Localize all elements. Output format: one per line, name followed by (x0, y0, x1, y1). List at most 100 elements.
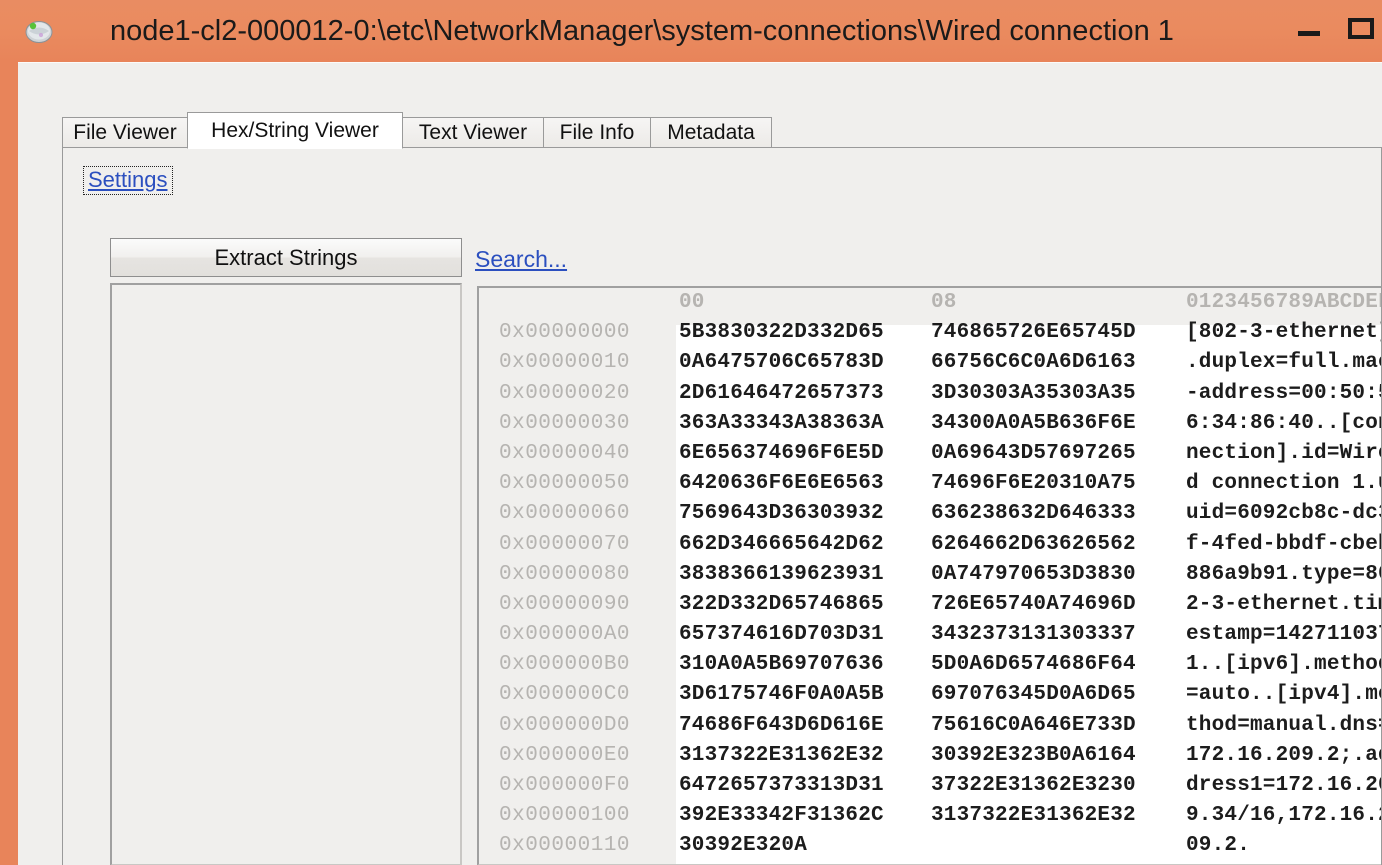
hex-row-offset: 0x00000070 (499, 532, 631, 556)
hex-row-ascii: 9.34/16,172.16.2 (1186, 804, 1382, 828)
hex-row-ascii: [802-3-ethernet] (1186, 321, 1382, 345)
hex-row-bytes-left: 6420636F6E6E6563 (679, 472, 884, 496)
maximize-icon (1348, 18, 1374, 39)
hex-row-offset: 0x000000F0 (499, 774, 631, 797)
extract-strings-button[interactable]: Extract Strings (110, 238, 462, 277)
hex-row-bytes-right: 636238632D646333 (931, 502, 1136, 526)
hex-dump-row[interactable]: 0x00000080 3838366139623931 0A747970653D38… (479, 560, 1381, 590)
hex-row-offset: 0x000000C0 (499, 683, 631, 707)
minimize-button[interactable] (1292, 17, 1328, 45)
hex-dump-row[interactable]: 0x000000E0 3137322E31362E32 30392E323B0A61… (479, 741, 1382, 771)
application-window: node1-cl2-000012-0:\etc\NetworkManager\s… (0, 0, 1382, 865)
tab-strip: File Viewer Hex/String Viewer Text Viewe… (62, 112, 1382, 149)
hex-row-bytes-right: 726E65740A74696D (931, 592, 1136, 616)
hex-row-ascii: 1..[ipv6].method (1186, 653, 1382, 677)
hex-row-bytes-left: 322D332D65746865 (679, 592, 884, 616)
hex-dump-row[interactable]: 0x00000020 2D61646472657373 3D30303A35303A… (479, 379, 1382, 409)
hex-row-bytes-left: 5B3830322D332D65 (679, 321, 884, 345)
hex-row-ascii: .duplex=full.mac (1186, 351, 1382, 375)
hex-dump-row[interactable]: 0x000000A0 657374616D703D31 34323731313033… (479, 620, 1381, 650)
hex-row-ascii: -address=00:50:5 (1186, 381, 1382, 405)
hex-dump-row[interactable]: 0x00000090 322D332D65746865 726E65740A7469… (479, 590, 1382, 620)
hex-row-offset: 0x00000030 (499, 411, 631, 435)
hex-row-offset: 0x00000060 (499, 502, 631, 526)
hex-row-offset: 0x00000090 (499, 592, 631, 616)
hex-row-bytes-right: 0A747970653D3830 (931, 562, 1136, 586)
hex-row-bytes-left: 3D6175746F0A0A5B (679, 683, 884, 707)
hex-row-bytes-left: 6E656374696F6E5D (679, 441, 884, 465)
hex-row-bytes-right: 66756C6C0A6D6163 (931, 351, 1136, 375)
tab-hex-string-viewer[interactable]: Hex/String Viewer (187, 112, 403, 149)
hex-row-offset: 0x00000020 (499, 381, 631, 405)
hex-header-col-08: 08 (931, 291, 957, 314)
hex-row-ascii: =auto..[ipv4].me (1186, 683, 1382, 707)
minimize-icon (1298, 31, 1320, 36)
hex-row-ascii: dress1=172.16.20 (1186, 774, 1382, 797)
hex-row-bytes-left: 0A6475706C65783D (679, 351, 884, 375)
hex-row-bytes-left: 2D61646472657373 (679, 381, 884, 405)
title-bar[interactable]: node1-cl2-000012-0:\etc\NetworkManager\s… (0, 0, 1382, 62)
hex-row-offset: 0x00000080 (499, 562, 631, 586)
hex-row-offset: 0x000000D0 (499, 713, 631, 737)
hex-row-ascii: uid=6092cb8c-dc3 (1186, 502, 1382, 526)
hex-row-bytes-left: 6472657373313D31 (679, 774, 884, 797)
hex-column-header-row: 00 08 0123456789ABCDEF (479, 288, 1382, 318)
hex-row-offset: 0x00000000 (499, 321, 631, 345)
settings-link[interactable]: Settings (83, 166, 173, 195)
hex-dump-row[interactable]: 0x00000010 0A6475706C65783D 66756C6C0A6D61… (479, 348, 1382, 378)
tab-metadata[interactable]: Metadata (650, 117, 772, 148)
hex-dump-row[interactable]: 0x000000F0 6472657373313D31 37322E31362E32… (479, 771, 1382, 801)
hex-row-offset: 0x000000E0 (499, 743, 631, 767)
hex-header-col-ascii: 0123456789ABCDEF (1186, 291, 1382, 314)
hex-dump-row[interactable]: 0x000000C0 3D6175746F0A0A5B 697076345D0A6D… (479, 680, 1382, 710)
hex-row-bytes-right: 37322E31362E3230 (931, 774, 1136, 797)
hex-row-ascii: 09.2. (1186, 834, 1251, 858)
tab-text-viewer[interactable]: Text Viewer (402, 117, 544, 148)
hex-row-bytes-right: 746865726E65745D (931, 321, 1136, 345)
hex-row-bytes-left: 30392E320A (679, 834, 808, 858)
hex-row-offset: 0x00000010 (499, 351, 631, 375)
hex-row-ascii: thod=manual.dns= (1186, 713, 1382, 737)
hex-dump-row[interactable]: 0x00000100 392E33342F31362C 3137322E31362E… (479, 801, 1382, 831)
window-title: node1-cl2-000012-0:\etc\NetworkManager\s… (110, 15, 1174, 47)
hex-string-viewer-page: Settings Extract Strings Search... 00 08 0… (62, 148, 1382, 865)
tab-file-info[interactable]: File Info (543, 117, 651, 148)
hex-row-offset: 0x000000A0 (499, 623, 631, 647)
hex-row-offset: 0x000000B0 (499, 653, 631, 677)
tab-file-viewer[interactable]: File Viewer (62, 117, 188, 148)
maximize-button[interactable] (1348, 10, 1382, 44)
hex-row-offset: 0x00000050 (499, 472, 631, 496)
client-area: File Viewer Hex/String Viewer Text Viewe… (18, 62, 1382, 865)
hex-dump-row[interactable]: 0x00000110 30392E320A 09.2. (479, 831, 1381, 861)
hex-dump-rows: 00 08 0123456789ABCDEF 0x00000000 5B3830322D… (479, 288, 1382, 864)
hex-row-offset: 0x00000110 (499, 834, 631, 858)
search-link[interactable]: Search... (475, 247, 567, 271)
hex-row-bytes-right: 74696F6E20310A75 (931, 472, 1136, 496)
hex-row-ascii: 172.16.209.2;.ad (1186, 743, 1382, 767)
hex-row-bytes-left: 363A33343A38363A (679, 411, 884, 435)
hex-row-bytes-right: 30392E323B0A6164 (931, 743, 1136, 767)
hex-row-bytes-right: 3D30303A35303A35 (931, 381, 1136, 405)
hex-row-bytes-right: 6264662D63626562 (931, 532, 1136, 556)
disc-globe-icon (24, 17, 54, 45)
hex-dump-row[interactable]: 0x000000B0 310A0A5B69707636 5D0A6D6574686F… (479, 650, 1382, 680)
hex-dump-row[interactable]: 0x00000030 363A33343A38363A 34300A0A5B636F… (479, 409, 1381, 439)
hex-dump-row[interactable]: 0x00000050 6420636F6E6E6563 74696F6E20310A… (479, 469, 1381, 499)
hex-dump-panel[interactable]: 00 08 0123456789ABCDEF 0x00000000 5B3830322D… (477, 286, 1382, 865)
hex-row-offset: 0x00000040 (499, 441, 631, 465)
hex-row-bytes-left: 7569643D36303932 (679, 502, 884, 526)
hex-dump-row[interactable]: 0x000000D0 74686F643D6D616E 75616C0A646E73… (479, 711, 1382, 741)
hex-dump-row[interactable]: 0x00000060 7569643D36303932 636238632D6463… (479, 499, 1382, 529)
hex-row-bytes-right: 697076345D0A6D65 (931, 683, 1136, 707)
hex-row-bytes-left: 3838366139623931 (679, 562, 884, 586)
extracted-strings-list[interactable] (110, 283, 462, 865)
hex-row-bytes-right: 0A69643D57697265 (931, 441, 1136, 465)
hex-row-ascii: 2-3-ethernet.tim (1186, 592, 1382, 616)
hex-dump-row[interactable]: 0x00000000 5B3830322D332D65 746865726E6574… (479, 318, 1382, 348)
hex-row-bytes-left: 392E33342F31362C (679, 804, 884, 828)
hex-row-bytes-left: 3137322E31362E32 (679, 743, 884, 767)
hex-row-offset: 0x00000100 (499, 804, 631, 828)
hex-dump-row[interactable]: 0x00000070 662D346665642D62 6264662D636265… (479, 530, 1381, 560)
hex-dump-row[interactable]: 0x00000040 6E656374696F6E5D 0A69643D576972… (479, 439, 1381, 469)
hex-row-bytes-left: 310A0A5B69707636 (679, 653, 884, 677)
